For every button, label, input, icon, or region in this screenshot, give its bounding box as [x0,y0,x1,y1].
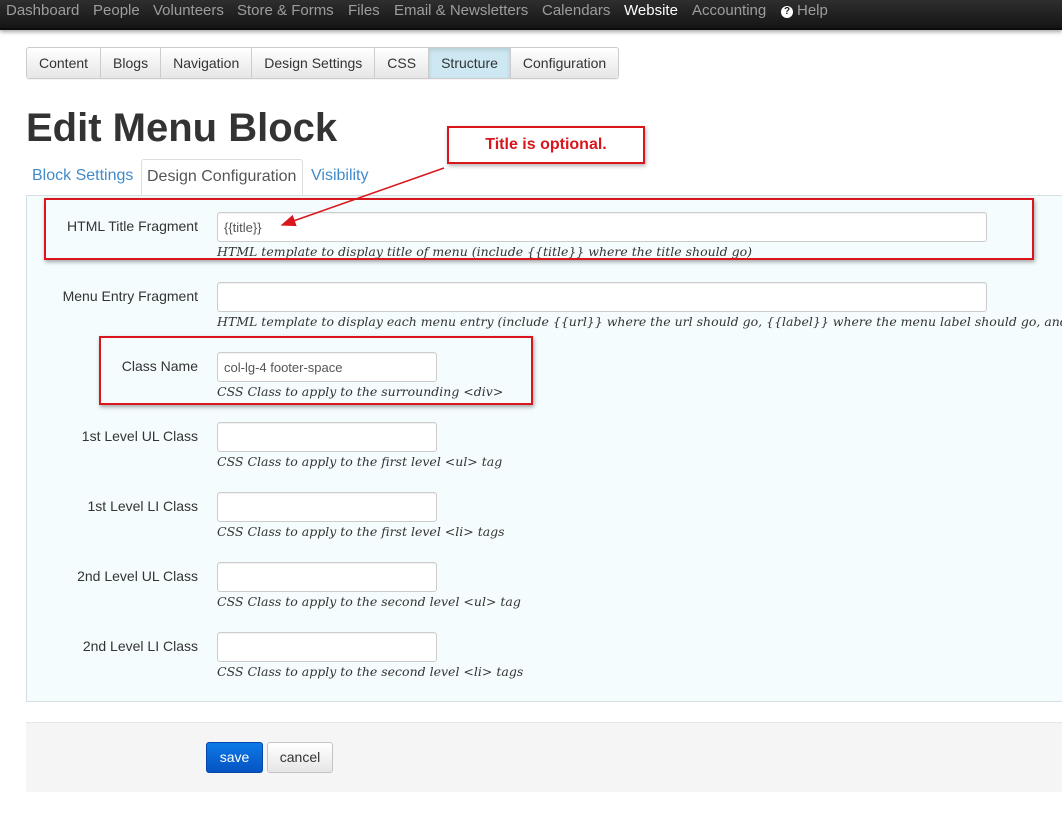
subtab-blogs[interactable]: Blogs [100,48,161,78]
nav-accounting[interactable]: Accounting [692,2,766,20]
html-title-fragment-help: HTML template to display title of menu (… [217,244,753,259]
title-optional-callout: Title is optional. [447,126,645,164]
second-level-li-class-help: CSS Class to apply to the second level <… [217,664,524,679]
nav-calendars[interactable]: Calendars [542,2,610,20]
page-title: Edit Menu Block [26,106,338,150]
subtab-navigation[interactable]: Navigation [160,48,252,78]
tab-visibility[interactable]: Visibility [306,159,374,195]
subtab-configuration[interactable]: Configuration [509,48,619,78]
nav-files[interactable]: Files [348,2,380,20]
second-level-li-class-label: 2nd Level LI Class [82,638,198,654]
nav-website[interactable]: Website [624,2,678,20]
class-name-label: Class Name [121,358,198,374]
tab-design-configuration[interactable]: Design Configuration [141,159,303,195]
second-level-ul-class-label: 2nd Level UL Class [77,568,198,584]
first-level-ul-class-label: 1st Level UL Class [81,428,198,444]
class-name-input[interactable] [217,352,437,382]
first-level-ul-class-help: CSS Class to apply to the first level <u… [217,454,503,469]
second-level-ul-class-help: CSS Class to apply to the second level <… [217,594,521,609]
subtab-design-settings[interactable]: Design Settings [251,48,375,78]
cancel-button[interactable]: cancel [267,742,333,773]
section-tabs: Content Blogs Navigation Design Settings… [26,47,620,79]
first-level-li-class-input[interactable] [217,492,437,522]
nav-email-newsletters[interactable]: Email & Newsletters [394,2,528,20]
nav-volunteers[interactable]: Volunteers [153,2,224,20]
top-navigation-bar: Dashboard People Volunteers Store & Form… [0,0,1062,30]
first-level-li-class-help: CSS Class to apply to the first level <l… [217,524,505,539]
nav-dashboard[interactable]: Dashboard [6,2,79,20]
subtab-structure[interactable]: Structure [428,48,510,78]
nav-help-label: Help [797,2,828,19]
nav-store-forms[interactable]: Store & Forms [237,2,334,20]
menu-entry-fragment-label: Menu Entry Fragment [62,288,198,304]
html-title-fragment-label: HTML Title Fragment [67,218,198,234]
nav-people[interactable]: People [93,2,140,20]
form-actions: save cancel [26,722,1062,792]
html-title-fragment-input[interactable] [217,212,987,242]
subtab-content[interactable]: Content [27,48,101,78]
class-name-help: CSS Class to apply to the surrounding <d… [217,384,504,399]
nav-help[interactable]: ? Help [781,2,828,20]
design-configuration-form: HTML Title Fragment HTML template to dis… [26,195,1062,702]
menu-entry-fragment-input[interactable] [217,282,987,312]
first-level-li-class-label: 1st Level LI Class [87,498,199,514]
question-circle-icon: ? [781,6,793,18]
first-level-ul-class-input[interactable] [217,422,437,452]
second-level-ul-class-input[interactable] [217,562,437,592]
tab-block-settings[interactable]: Block Settings [27,159,138,195]
second-level-li-class-input[interactable] [217,632,437,662]
menu-entry-fragment-help: HTML template to display each menu entry… [217,314,1062,329]
save-button[interactable]: save [206,742,263,773]
subtab-css[interactable]: CSS [374,48,429,78]
